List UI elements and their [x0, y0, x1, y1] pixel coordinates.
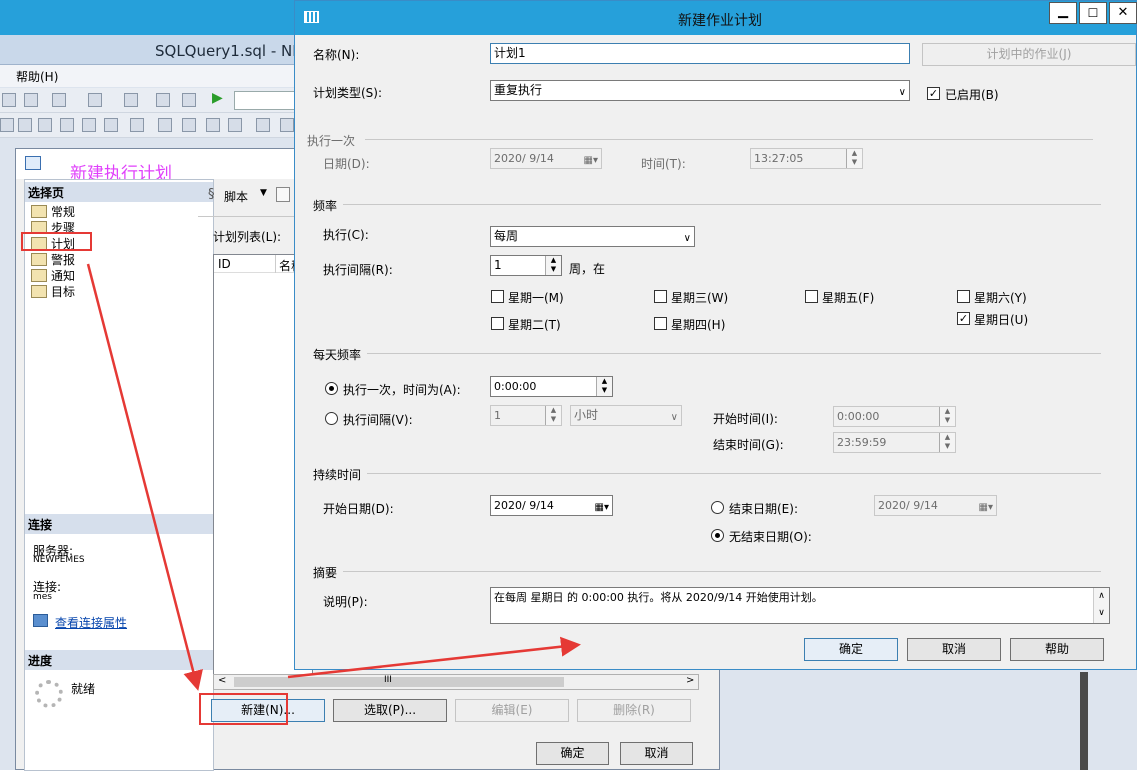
arrow-to-new — [86, 263, 203, 691]
annotation-arrows — [86, 263, 581, 691]
arrow-to-dialog — [287, 636, 581, 679]
